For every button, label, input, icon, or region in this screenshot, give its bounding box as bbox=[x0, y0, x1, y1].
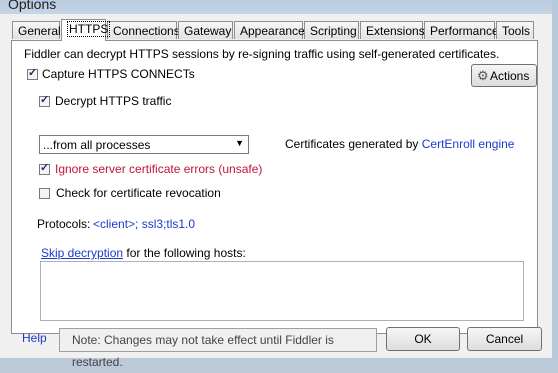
skip-decryption-link[interactable]: Skip decryption bbox=[41, 246, 123, 260]
ignore-cert-errors-label: Ignore server certificate errors (unsafe… bbox=[55, 162, 263, 176]
restart-note: Note: Changes may not take effect until … bbox=[59, 328, 377, 369]
capture-https-label: Capture HTTPS CONNECTs bbox=[42, 67, 195, 81]
capture-https-checkbox[interactable] bbox=[27, 66, 38, 80]
check-revocation-checkbox[interactable] bbox=[39, 188, 50, 199]
protocols-link[interactable]: <client>; ssl3;tls1.0 bbox=[93, 217, 195, 231]
ok-button[interactable]: OK bbox=[386, 327, 460, 351]
tab-https[interactable]: HTTPS bbox=[61, 19, 111, 41]
certenroll-engine-link[interactable]: CertEnroll engine bbox=[422, 137, 515, 151]
certificates-info: Certificates generated by CertEnroll eng… bbox=[285, 137, 515, 151]
gear-icon: ⚙ bbox=[477, 68, 489, 83]
process-filter-select[interactable]: ...from all processes ▼ bbox=[39, 135, 249, 154]
protocols-label: Protocols: bbox=[37, 217, 91, 231]
window-frame-right bbox=[552, 0, 558, 358]
decrypt-https-label: Decrypt HTTPS traffic bbox=[55, 94, 172, 108]
tab-performance[interactable]: Performance bbox=[424, 21, 499, 39]
tab-scripting[interactable]: Scripting bbox=[304, 21, 359, 39]
help-link[interactable]: Help bbox=[22, 331, 47, 345]
tab-connections[interactable]: Connections bbox=[107, 21, 180, 39]
tab-tools[interactable]: Tools bbox=[496, 21, 534, 39]
window-title: Options bbox=[8, 0, 57, 12]
actions-button[interactable]: ⚙ Actions bbox=[471, 64, 537, 87]
cancel-button[interactable]: Cancel bbox=[467, 327, 542, 351]
tab-gateway[interactable]: Gateway bbox=[178, 21, 233, 39]
skip-decryption-row: Skip decryption for the following hosts: bbox=[41, 246, 246, 260]
https-description: Fiddler can decrypt HTTPS sessions by re… bbox=[24, 47, 500, 61]
https-panel: Fiddler can decrypt HTTPS sessions by re… bbox=[11, 40, 538, 334]
check-revocation-label: Check for certificate revocation bbox=[56, 186, 221, 200]
tab-appearance[interactable]: Appearance bbox=[234, 21, 305, 39]
options-dialog: General HTTPS Connections Gateway Appear… bbox=[0, 14, 558, 369]
skip-hosts-textarea[interactable] bbox=[40, 261, 524, 321]
tab-general[interactable]: General bbox=[12, 21, 61, 39]
decrypt-https-checkbox[interactable] bbox=[39, 93, 50, 107]
title-bar: Options bbox=[0, 0, 558, 14]
ignore-cert-errors-checkbox[interactable] bbox=[39, 161, 50, 175]
tab-extensions[interactable]: Extensions bbox=[360, 21, 425, 39]
dropdown-arrow-icon: ▼ bbox=[235, 138, 244, 148]
